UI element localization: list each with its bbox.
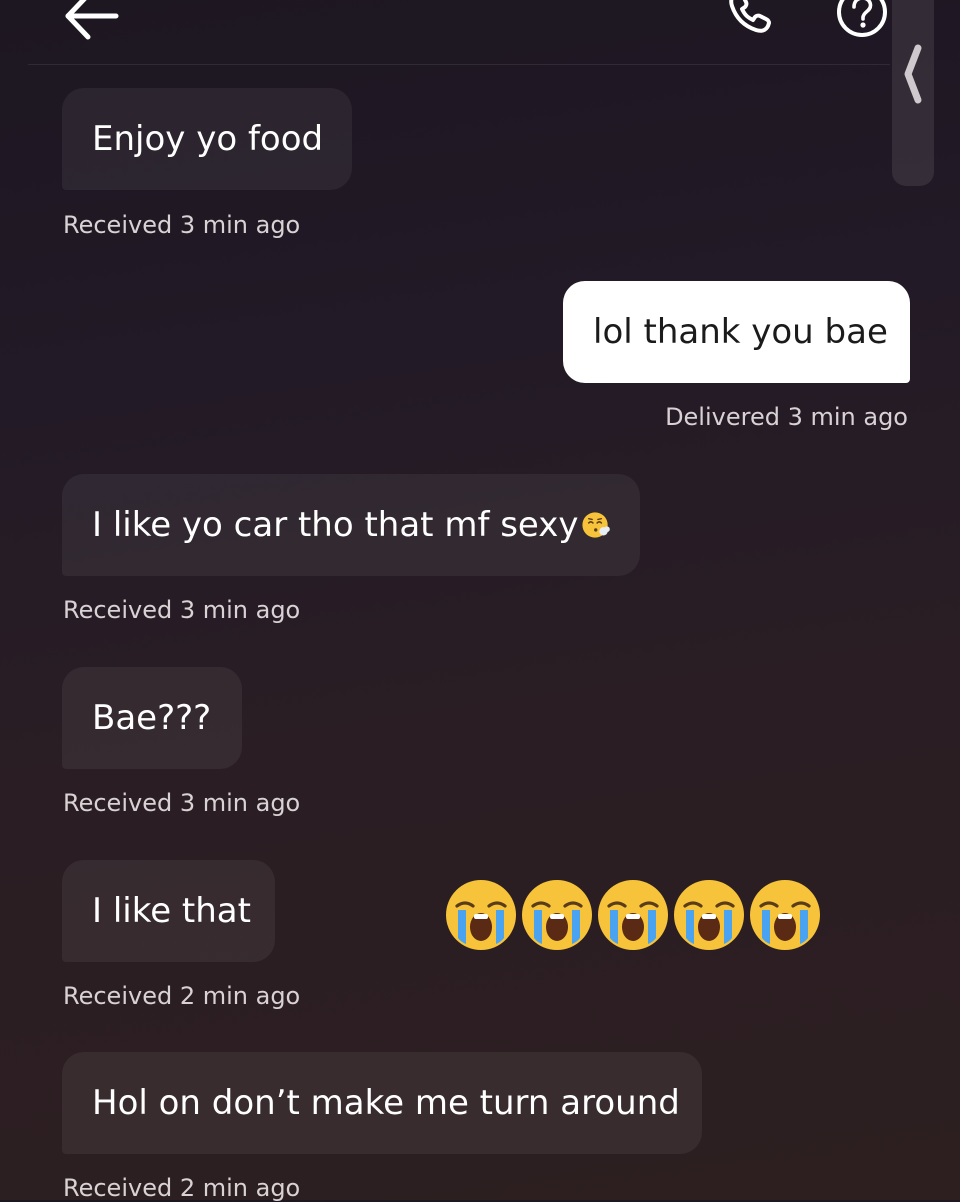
- overlay-emoji-row: [444, 878, 822, 952]
- message-status: Received 3 min ago: [63, 211, 301, 239]
- message-status: Received 2 min ago: [63, 982, 301, 1010]
- message-status: Received 2 min ago: [63, 1174, 301, 1202]
- phone-icon: [729, 0, 771, 33]
- loudly-crying-face-icon: [750, 880, 820, 950]
- side-panel-tab[interactable]: [892, 0, 934, 186]
- back-button[interactable]: [58, 0, 128, 46]
- face-exhaling-emoji-icon: [581, 512, 610, 538]
- message-text: I like yo car tho that mf sexy: [92, 505, 579, 545]
- message-bubble-received[interactable]: Bae???: [62, 667, 242, 769]
- message-text: Enjoy yo food: [92, 119, 324, 159]
- header-divider: [28, 64, 890, 65]
- chevron-left-icon: [904, 44, 922, 104]
- message-text: lol thank you bae: [593, 312, 888, 352]
- message-text: Bae???: [92, 698, 212, 738]
- message-bubble-received[interactable]: Enjoy yo food: [62, 88, 352, 190]
- message-bubble-received[interactable]: I like that: [62, 860, 275, 962]
- chat-header: [0, 0, 960, 70]
- message-bubble-received[interactable]: Hol on don’t make me turn around: [62, 1052, 702, 1154]
- loudly-crying-face-icon: [674, 880, 744, 950]
- message-text: I like that: [92, 891, 251, 931]
- call-button[interactable]: [722, 0, 778, 40]
- arrow-left-icon: [65, 0, 119, 40]
- message-bubble-sent[interactable]: lol thank you bae: [563, 281, 910, 383]
- help-circle-icon: [837, 0, 887, 37]
- message-status: Received 3 min ago: [63, 596, 301, 624]
- loudly-crying-face-icon: [446, 880, 516, 950]
- message-status: Delivered 3 min ago: [665, 403, 908, 431]
- message-text: Hol on don’t make me turn around: [92, 1083, 680, 1123]
- loudly-crying-face-icon: [598, 880, 668, 950]
- help-button[interactable]: [834, 0, 890, 40]
- message-bubble-received[interactable]: I like yo car tho that mf sexy: [62, 474, 640, 576]
- message-status: Received 3 min ago: [63, 789, 301, 817]
- loudly-crying-face-icon: [522, 880, 592, 950]
